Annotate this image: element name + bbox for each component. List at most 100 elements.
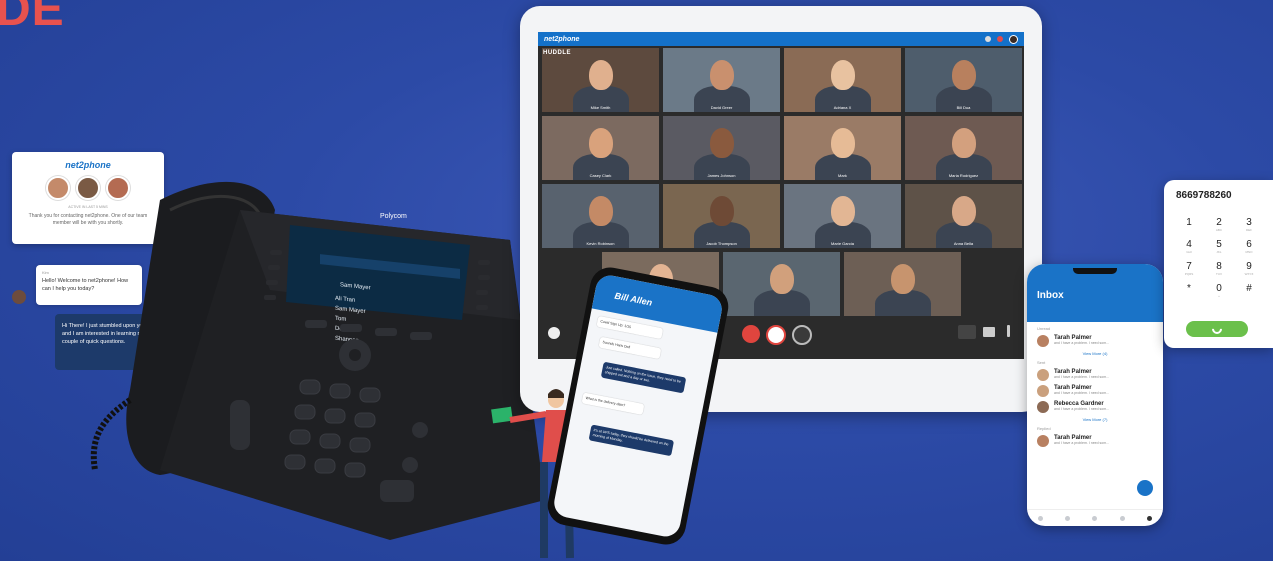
message: Just called. Nothing on the issue, they …: [600, 361, 687, 394]
key-digit: 1: [1186, 217, 1192, 228]
screen-icon[interactable]: [983, 327, 995, 337]
info-icon[interactable]: [548, 327, 560, 339]
message-preview: and I have a problem. I need som...: [1054, 407, 1110, 411]
key-digit: 5: [1216, 239, 1222, 250]
participant-face: [830, 196, 855, 226]
key-letters: +: [1218, 294, 1220, 298]
participant-name: Marie Garcia: [831, 241, 854, 246]
avatar: [46, 176, 70, 200]
dial-key[interactable]: 6 MNO: [1234, 240, 1264, 258]
record-button[interactable]: [742, 325, 760, 343]
participant-tile[interactable]: Mike Smith: [542, 48, 659, 112]
section-label: Sent: [1037, 360, 1046, 365]
list-item[interactable]: Tarah Palmer and I have a problem. I nee…: [1037, 385, 1153, 397]
key-digit: 4: [1186, 239, 1192, 250]
participant-face: [951, 196, 976, 226]
dial-key[interactable]: 3 DEF: [1234, 218, 1264, 236]
nav-icon[interactable]: [1065, 515, 1071, 521]
dial-key[interactable]: 5 JKL: [1204, 240, 1234, 258]
participant-tile[interactable]: Casey Clark: [542, 116, 659, 180]
list-item[interactable]: Rebecca Gardner and I have a problem. I …: [1037, 401, 1153, 413]
brand-label: Polycom: [380, 213, 407, 220]
list-item[interactable]: Tarah Palmer and I have a problem. I nee…: [1037, 435, 1153, 447]
key-digit: 3: [1246, 217, 1252, 228]
phone-notch: [1073, 268, 1117, 274]
user-avatar[interactable]: [1009, 34, 1018, 44]
app-logo: net2phone: [544, 35, 580, 43]
phone-icon: [1209, 321, 1225, 337]
grid-icon[interactable]: [958, 325, 976, 339]
dial-key[interactable]: 2 ABC: [1204, 218, 1234, 236]
inbox-phone: Inbox Unread Tarah Palmer and I have a p…: [1027, 264, 1163, 526]
inbox-title: Inbox: [1037, 290, 1064, 301]
nav-icon[interactable]: [1038, 515, 1044, 521]
key-letters: JKL: [1216, 250, 1222, 254]
notification-icon[interactable]: [997, 36, 1003, 42]
dial-key[interactable]: 7 PQRS: [1174, 262, 1204, 280]
participant-tile[interactable]: Bill Dua: [905, 48, 1022, 112]
nav-icon[interactable]: [1092, 515, 1098, 521]
list-item[interactable]: Tarah Palmer and I have a problem. I nee…: [1037, 335, 1153, 347]
view-more-link[interactable]: View More (4): [1027, 351, 1163, 356]
participant-tile[interactable]: Jacob Thompson: [663, 184, 780, 248]
video-button[interactable]: [792, 325, 812, 345]
participant-tile[interactable]: Anna Bella: [905, 184, 1022, 248]
participant-face: [709, 60, 734, 90]
dial-key[interactable]: 9 WXYZ: [1234, 262, 1264, 280]
dial-key[interactable]: 4 GHI: [1174, 240, 1204, 258]
chat-contact-name: Bill Allen: [613, 290, 654, 308]
dial-key[interactable]: 1: [1174, 218, 1204, 236]
hangup-button[interactable]: [766, 325, 786, 345]
participant-face: [588, 196, 613, 226]
key-digit: 7: [1186, 261, 1192, 272]
participant-name: Bill Dua: [956, 105, 971, 110]
participant-face: [588, 128, 613, 158]
message-preview: and I have a problem. I need som...: [1054, 375, 1110, 379]
dial-key[interactable]: *: [1174, 284, 1204, 302]
dial-key[interactable]: 8 TUV: [1204, 262, 1234, 280]
avatar: [1037, 401, 1049, 413]
view-more-link[interactable]: View More (7): [1027, 417, 1163, 422]
key-digit: 2: [1216, 217, 1222, 228]
corner-text: DE: [0, 0, 65, 36]
participant-tile[interactable]: [723, 252, 840, 316]
participant-face: [769, 264, 794, 294]
participant-tile[interactable]: David Greer: [663, 48, 780, 112]
participant-face: [709, 196, 734, 226]
key-letters: WXYZ: [1244, 272, 1254, 276]
participant-name: Anna Bella: [953, 241, 974, 246]
message: Sounds Haris Dell: [598, 336, 662, 360]
section-label: Unread: [1037, 326, 1051, 331]
dial-key[interactable]: #: [1234, 284, 1264, 302]
participant-name: Casey Clark: [589, 173, 612, 178]
participant-tile[interactable]: Marie Garcia: [784, 184, 901, 248]
list-item[interactable]: Tarah Palmer and I have a problem. I nee…: [1037, 369, 1153, 381]
key-digit: 8: [1216, 261, 1222, 272]
participant-face: [709, 128, 734, 158]
dialer-panel: 8669788260 1 2 ABC 3 DEF 4 GHI 5 JKL 6 MNO 7 PQRS 8 TU…: [1164, 180, 1273, 348]
more-icon[interactable]: [1007, 325, 1010, 337]
participant-name: Jacob Thompson: [706, 241, 737, 246]
nav-icon[interactable]: [1146, 515, 1152, 521]
participant-tile[interactable]: Mark: [784, 116, 901, 180]
key-digit: *: [1187, 283, 1191, 294]
dial-key[interactable]: 0 +: [1204, 284, 1234, 302]
participant-name: Mark: [838, 173, 847, 178]
participant-name: David Greer: [710, 105, 733, 110]
call-button[interactable]: [1186, 321, 1248, 337]
participant-tile[interactable]: [844, 252, 961, 316]
participant-tile[interactable]: James Johnson: [663, 116, 780, 180]
participant-face: [890, 264, 915, 294]
participant-tile[interactable]: Maria Rodriguez: [905, 116, 1022, 180]
participant-name: James Johnson: [707, 173, 736, 178]
participant-tile[interactable]: Kevin Robinson: [542, 184, 659, 248]
section-label: Replied: [1037, 426, 1051, 431]
participant-tile[interactable]: Adriana X: [784, 48, 901, 112]
bottom-nav: [1027, 509, 1163, 526]
compose-button[interactable]: [1137, 480, 1153, 496]
key-letters: PQRS: [1184, 272, 1194, 276]
dialed-number: 8669788260: [1176, 190, 1232, 201]
signal-icon: [985, 36, 991, 42]
nav-icon[interactable]: [1119, 515, 1125, 521]
desk-phone: Sam Mayer Ali Tran Sam Mayer Tom Dev Sha…: [90, 181, 545, 540]
